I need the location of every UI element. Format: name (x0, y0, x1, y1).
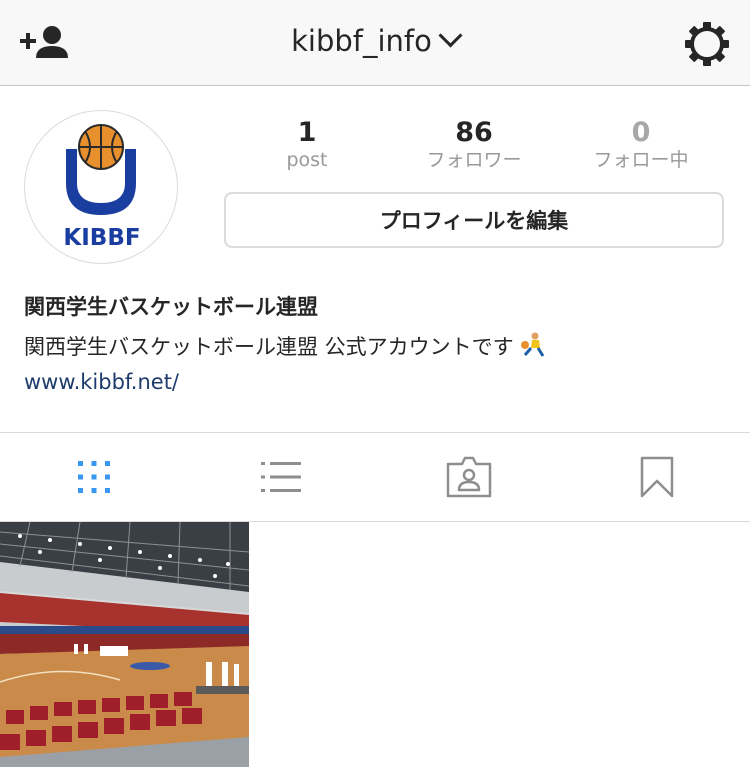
kibbf-logo: KIBBF (63, 124, 141, 251)
stat-following-label: フォロー中 (593, 149, 689, 171)
list-icon (260, 462, 301, 492)
stat-followers-label: フォロワー (426, 149, 522, 171)
tagged-icon (446, 456, 491, 498)
stat-following[interactable]: 0 フォロー中 (571, 118, 711, 172)
grid-icon (77, 461, 110, 493)
profile-name: 関西学生バスケットボール連盟 (24, 295, 318, 319)
stat-posts[interactable]: 1 post (237, 118, 377, 172)
chevron-down-icon (438, 23, 463, 48)
stat-posts-value: 1 (297, 117, 317, 148)
basketball-arena-photo (0, 522, 249, 767)
profile-bio-text: 関西学生バスケットボール連盟 公式アカウントです (24, 335, 514, 359)
tab-tagged[interactable] (375, 433, 562, 521)
stat-following-value: 0 (631, 117, 651, 148)
tab-saved[interactable] (563, 433, 750, 521)
basketball-player-icon (520, 332, 548, 363)
avatar-logo-text: KIBBF (63, 225, 140, 251)
stat-followers[interactable]: 86 フォロワー (404, 118, 544, 172)
bookmark-icon (640, 456, 673, 498)
tab-list[interactable] (187, 433, 374, 521)
username-label: kibbf_info (291, 24, 432, 58)
profile-tab-bar (0, 432, 750, 522)
username-title[interactable]: kibbf_info (0, 23, 750, 58)
tab-grid[interactable] (0, 433, 187, 521)
stat-followers-value: 86 (455, 117, 493, 148)
gear-icon[interactable] (684, 21, 730, 67)
profile-website-link[interactable]: www.kibbf.net/ (24, 370, 179, 394)
post-thumbnail[interactable] (0, 522, 249, 767)
profile-bio: 関西学生バスケットボール連盟 公式アカウントです (24, 331, 548, 363)
stat-posts-label: post (286, 149, 328, 171)
edit-profile-button[interactable]: プロフィールを編集 (224, 192, 724, 248)
avatar[interactable]: KIBBF (24, 110, 178, 264)
